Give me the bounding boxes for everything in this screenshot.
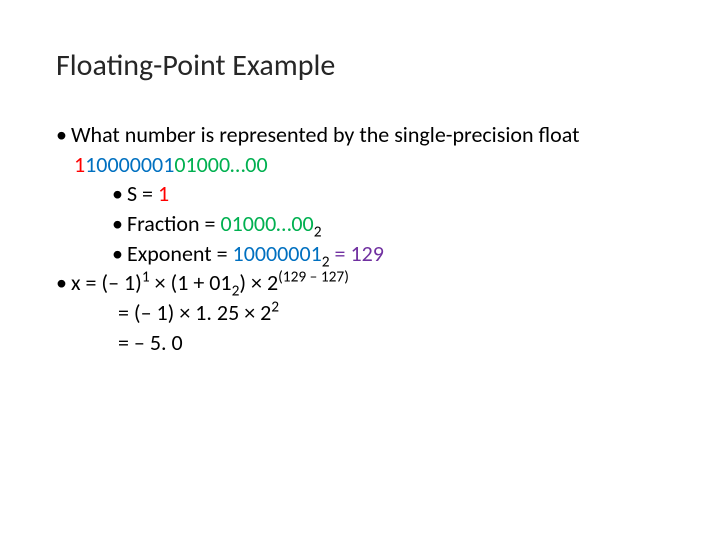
fraction-label: Fraction = xyxy=(127,210,221,237)
bits-fraction: 01000…00 xyxy=(174,151,267,178)
calc-line-2: = (– 1) × 1. 25 × 22 xyxy=(56,298,664,328)
exponent-decimal: = 129 xyxy=(330,240,384,267)
bullet-icon: • xyxy=(56,269,67,296)
s-label: S = xyxy=(127,180,158,207)
slide-body: •What number is represented by the singl… xyxy=(56,120,664,358)
exponent-field-line: •Exponent = 100000012 = 129 xyxy=(56,239,664,269)
exponent-value: 10000001 xyxy=(233,240,322,267)
calc1-sup2: (129 – 127) xyxy=(278,268,349,287)
question-text: What number is represented by the single… xyxy=(71,121,580,148)
bits-line: 11000000101000…00 xyxy=(56,150,664,180)
calc-line-1: •x = (– 1)1 × (1 + 012) × 2(129 – 127) xyxy=(56,268,664,298)
fraction-value: 01000…00 xyxy=(220,210,313,237)
calc3: = – 5. 0 xyxy=(118,329,183,356)
calc1-sup1: 1 xyxy=(142,268,150,287)
bullet-icon: • xyxy=(56,121,67,148)
calc2-sup: 2 xyxy=(271,298,279,317)
question-line: •What number is represented by the singl… xyxy=(56,120,664,150)
slide: Floating-Point Example •What number is r… xyxy=(0,0,720,540)
bullet-icon: • xyxy=(112,210,123,237)
bullet-icon: • xyxy=(112,180,123,207)
exponent-label: Exponent = xyxy=(127,240,233,267)
calc-line-3: = – 5. 0 xyxy=(56,328,664,358)
bits-sign: 1 xyxy=(74,151,85,178)
s-value: 1 xyxy=(158,180,169,207)
slide-title: Floating-Point Example xyxy=(56,48,664,84)
calc2-pre: = (– 1) × 1. 25 × 2 xyxy=(118,299,271,326)
bullet-icon: • xyxy=(112,240,123,267)
bits-exponent: 10000001 xyxy=(85,151,174,178)
s-field-line: •S = 1 xyxy=(56,179,664,209)
fraction-field-line: •Fraction = 01000…002 xyxy=(56,209,664,239)
calc1-pre: x = (– 1) xyxy=(71,269,142,296)
calc1-mid2: ) × 2 xyxy=(239,269,278,296)
calc1-mid: × (1 + 01 xyxy=(150,269,232,296)
